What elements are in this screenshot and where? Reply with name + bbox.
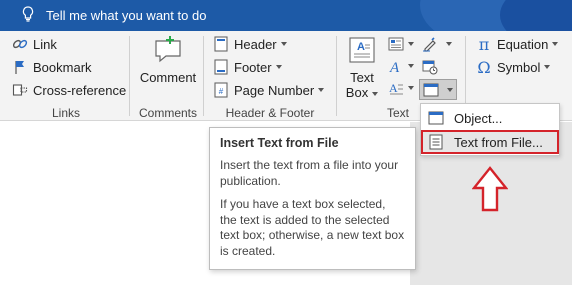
header-icon (213, 36, 229, 52)
comment-button-label: Comment (139, 70, 197, 85)
menu-item-text-from-file[interactable]: Text from File... (421, 130, 559, 154)
bookmark-button[interactable]: Bookmark (12, 57, 92, 77)
group-divider (129, 36, 130, 116)
header-button[interactable]: Header (213, 34, 287, 54)
comment-button[interactable]: Comment (137, 35, 199, 85)
signature-pen-icon (423, 37, 436, 52)
tooltip-insert-text-from-file: Insert Text from File Insert the text fr… (209, 127, 416, 270)
text-box-button[interactable]: A Text Box (341, 36, 383, 100)
link-icon (12, 36, 28, 52)
cross-reference-icon (12, 82, 28, 98)
title-bar: Tell me what you want to do (0, 0, 572, 31)
chevron-down-icon (544, 65, 551, 69)
date-time-button[interactable] (422, 58, 444, 76)
page-number-button[interactable]: # Page Number (213, 80, 325, 100)
svg-text:A: A (389, 60, 400, 74)
text-box-label: Text Box (341, 70, 383, 100)
group-divider (203, 36, 204, 116)
svg-text:#: # (219, 87, 224, 96)
object-icon (423, 83, 439, 96)
page-number-icon: # (213, 82, 229, 98)
object-icon (428, 110, 444, 126)
quick-parts-icon (388, 37, 404, 51)
chevron-down-icon (318, 88, 325, 92)
chevron-down-icon (446, 42, 452, 46)
group-label-comments: Comments (138, 106, 197, 120)
calendar-clock-icon (422, 60, 438, 75)
chevron-down-icon (408, 42, 414, 46)
arrow-up-icon (471, 166, 509, 215)
menu-item-object[interactable]: Object... (421, 106, 559, 130)
wordart-icon: A (389, 60, 400, 74)
drop-cap-icon: A (389, 81, 403, 95)
tell-me-search[interactable]: Tell me what you want to do (22, 5, 207, 25)
footer-button[interactable]: Footer (213, 57, 282, 77)
comment-icon (137, 35, 199, 67)
link-button[interactable]: Link (12, 34, 57, 54)
svg-text:A: A (389, 81, 398, 95)
text-box-icon: A (341, 36, 383, 66)
lightbulb-icon (22, 5, 46, 25)
chevron-down-icon (408, 86, 414, 90)
group-label-text: Text (386, 106, 409, 120)
title-bar-decoration (500, 0, 572, 31)
tooltip-description: Insert the text from a file into your pu… (220, 158, 399, 188)
footer-icon (213, 59, 229, 75)
chevron-down-icon (447, 87, 453, 92)
chevron-down-icon (408, 64, 414, 68)
drop-cap-button[interactable]: A (388, 80, 418, 96)
tooltip-details: If you have a text box selected, the tex… (220, 197, 405, 258)
object-dropdown-button[interactable] (419, 79, 457, 100)
quick-parts-button[interactable] (388, 36, 418, 52)
pi-icon: π (478, 34, 490, 54)
chevron-down-icon (372, 91, 379, 96)
text-file-icon (428, 134, 444, 150)
bookmark-icon (12, 59, 28, 75)
object-dropdown-menu: Object... Text from File... (420, 103, 560, 156)
wordart-button[interactable]: A (388, 58, 418, 74)
group-label-links: Links (51, 106, 80, 120)
signature-line-button[interactable] (422, 36, 454, 52)
equation-button[interactable]: π Equation (476, 34, 559, 54)
tell-me-text: Tell me what you want to do (46, 7, 207, 23)
chevron-down-icon (280, 42, 287, 46)
chevron-down-icon (552, 42, 559, 46)
group-label-header-footer: Header & Footer (225, 106, 315, 120)
cross-reference-button[interactable]: Cross-reference (12, 80, 126, 100)
svg-text:A: A (357, 41, 365, 53)
tooltip-title: Insert Text from File (220, 136, 339, 150)
omega-icon: Ω (477, 57, 491, 77)
group-divider (336, 36, 337, 116)
symbol-button[interactable]: Ω Symbol (476, 57, 551, 77)
chevron-down-icon (275, 65, 282, 69)
